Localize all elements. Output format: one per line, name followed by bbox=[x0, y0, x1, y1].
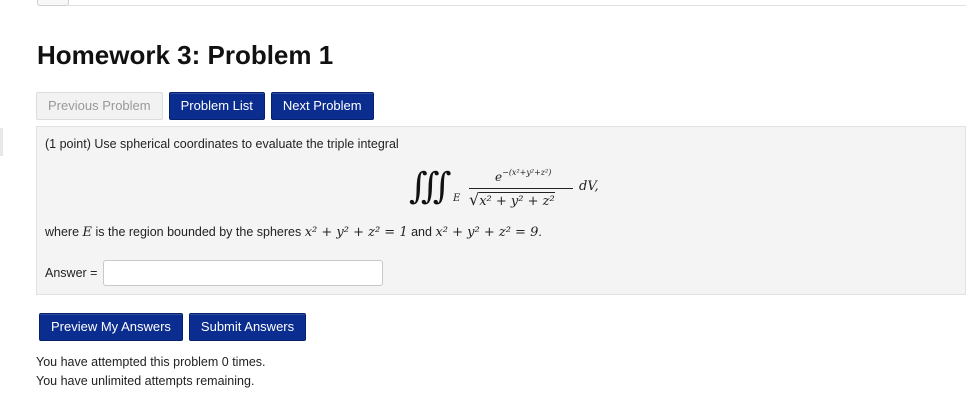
triple-integral-sign: ∭ bbox=[409, 166, 451, 207]
problem-nav: Previous Problem Problem List Next Probl… bbox=[36, 92, 374, 120]
fraction-bar bbox=[469, 188, 573, 189]
page-title: Homework 3: Problem 1 bbox=[37, 40, 334, 70]
problem-intro: (1 point) Use spherical coordinates to e… bbox=[45, 137, 399, 151]
remaining-attempts-text: You have unlimited attempts remaining. bbox=[36, 374, 255, 388]
integral-region: E bbox=[453, 193, 461, 204]
previous-problem-button[interactable]: Previous Problem bbox=[36, 92, 163, 120]
region-description: where E is the region bounded by the sph… bbox=[45, 225, 542, 240]
region-variable: E bbox=[82, 225, 93, 240]
answer-input[interactable] bbox=[103, 260, 384, 286]
inner-sphere-equation: x² + y² + z² = 1 bbox=[304, 225, 408, 240]
attempts-text: You have attempted this problem 0 times. bbox=[36, 355, 266, 369]
top-strip bbox=[0, 0, 966, 7]
outer-sphere-equation: x² + y² + z² = 9 bbox=[435, 225, 539, 240]
next-problem-button[interactable]: Next Problem bbox=[270, 92, 374, 120]
volume-differential: dV, bbox=[579, 179, 599, 194]
preview-answers-button[interactable]: Preview My Answers bbox=[39, 313, 183, 341]
integrand-denominator: √x² + y² + z² bbox=[469, 190, 555, 209]
answer-label: Answer = bbox=[45, 266, 98, 280]
answer-row: Answer = bbox=[45, 260, 384, 286]
triple-integral: ∭ E e−(x²+y²+z²) √x² + y² + z² dV, bbox=[409, 165, 639, 215]
left-edge-marker bbox=[0, 128, 3, 156]
submit-answers-button[interactable]: Submit Answers bbox=[188, 313, 307, 341]
problem-list-button[interactable]: Problem List bbox=[168, 92, 265, 120]
integrand-fraction: e−(x²+y²+z²) √x² + y² + z² bbox=[469, 168, 573, 212]
attempt-status: You have attempted this problem 0 times.… bbox=[36, 353, 266, 391]
integrand-numerator: e−(x²+y²+z²) bbox=[495, 168, 552, 184]
top-divider bbox=[68, 5, 966, 6]
submit-actions: Preview My Answers Submit Answers bbox=[39, 313, 307, 341]
top-tab-stub[interactable] bbox=[37, 0, 69, 6]
problem-box: (1 point) Use spherical coordinates to e… bbox=[36, 126, 966, 295]
